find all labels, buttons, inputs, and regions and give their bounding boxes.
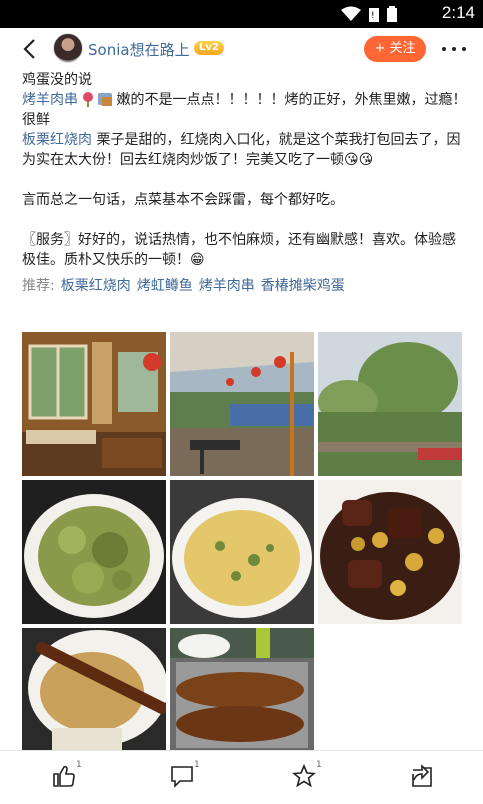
star-icon bbox=[291, 763, 317, 788]
comment-icon bbox=[171, 766, 193, 788]
status-bar: ! 2:14 bbox=[0, 0, 483, 28]
comment-count: 1 bbox=[194, 760, 200, 770]
signal-icon: ! bbox=[369, 8, 379, 22]
photo-braised-pork-chestnut[interactable] bbox=[318, 480, 462, 624]
dish-icon bbox=[83, 92, 113, 107]
share-icon bbox=[412, 764, 432, 787]
photo-grilled-trout[interactable] bbox=[170, 628, 314, 750]
back-arrow-icon[interactable] bbox=[20, 38, 42, 60]
review-summary: 言而总之一句话，点菜基本不会踩雷，每个都好吃。 bbox=[22, 192, 344, 208]
recommend-row: 推荐: 板栗红烧肉 烤虹鳟鱼 烤羊肉串 香椿摊柴鸡蛋 bbox=[22, 276, 467, 296]
level-badge: Lv2 bbox=[194, 41, 224, 55]
photo-toon-omelette[interactable] bbox=[170, 480, 314, 624]
favorite-button[interactable]: 1 bbox=[291, 760, 332, 794]
photo-restaurant-interior[interactable] bbox=[22, 332, 166, 476]
thumbs-up-icon bbox=[53, 765, 75, 787]
recommend-label: 推荐: bbox=[22, 278, 55, 294]
recommend-item[interactable]: 烤虹鳟鱼 bbox=[137, 278, 193, 294]
bottom-action-bar: 1 1 1 bbox=[0, 750, 483, 804]
wifi-icon bbox=[341, 6, 361, 21]
photo-garden-view[interactable] bbox=[318, 332, 462, 476]
svg-text:!: ! bbox=[371, 11, 375, 21]
review-body: 鸡蛋没的说 烤羊肉串 嫩的不是一点点！！！！！烤的正好，外焦里嫩，过瘾！很鲜 板… bbox=[22, 70, 467, 296]
like-count: 1 bbox=[76, 760, 82, 770]
comment-button[interactable]: 1 bbox=[170, 760, 210, 794]
avatar[interactable] bbox=[53, 33, 83, 63]
battery-icon bbox=[387, 6, 397, 22]
review-header: Sonia想在路上 Lv2 + 关注 bbox=[0, 28, 483, 70]
status-time: 2:14 bbox=[441, 3, 475, 22]
review-service: 〖服务〗好好的，说话热情，也不怕麻烦，还有幽默感！喜欢。体验感极佳。质朴又快乐的… bbox=[22, 232, 456, 268]
follow-button[interactable]: + 关注 bbox=[364, 36, 426, 62]
status-icons: ! bbox=[341, 5, 397, 23]
recommend-item[interactable]: 烤羊肉串 bbox=[199, 278, 255, 294]
more-options-icon[interactable] bbox=[442, 47, 466, 53]
username[interactable]: Sonia想在路上 bbox=[88, 39, 190, 60]
share-button[interactable] bbox=[410, 764, 450, 794]
recommend-item[interactable]: 香椿摊柴鸡蛋 bbox=[261, 278, 345, 294]
recommend-item[interactable]: 板栗红烧肉 bbox=[61, 278, 131, 294]
favorite-count: 1 bbox=[316, 760, 322, 770]
photo-fried-toon-leaves[interactable] bbox=[22, 480, 166, 624]
dish-link-braised-pork[interactable]: 板栗红烧肉 bbox=[22, 132, 92, 148]
like-button[interactable]: 1 bbox=[52, 760, 92, 794]
review-paragraph: 烤羊肉串 嫩的不是一点点！！！！！烤的正好，外焦里嫩，过瘾！很鲜 bbox=[22, 90, 467, 130]
dish-link-lamb-skewer[interactable]: 烤羊肉串 bbox=[22, 92, 78, 108]
photo-outdoor-terrace[interactable] bbox=[170, 332, 314, 476]
review-line: 鸡蛋没的说 bbox=[22, 72, 92, 88]
photo-lamb-skewer-noodles[interactable] bbox=[22, 628, 166, 750]
review-paragraph: 板栗红烧肉 栗子是甜的，红烧肉入口化，就是这个菜我打包回去了，因为实在太大份！回… bbox=[22, 130, 467, 170]
